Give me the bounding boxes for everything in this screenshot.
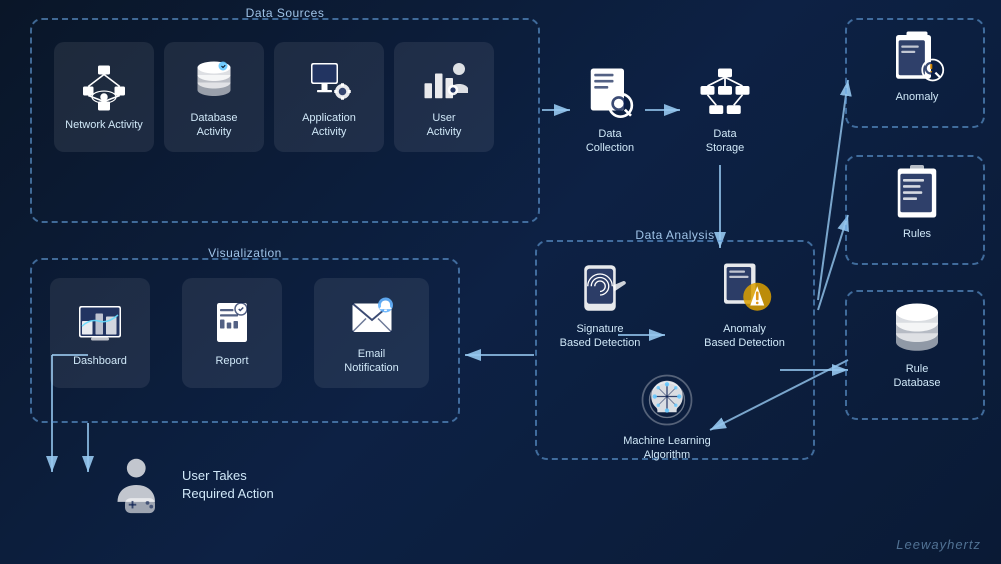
application-activity-card: ApplicationActivity — [274, 42, 384, 152]
user-takes-icon — [110, 455, 170, 515]
anomaly-based-icon — [717, 260, 773, 316]
database-icon — [190, 57, 238, 105]
network-icon — [80, 64, 128, 112]
network-activity-label: Network Activity — [65, 118, 143, 132]
user-activity-label: UserActivity — [427, 111, 462, 140]
rules-node: Rules — [857, 165, 977, 241]
rules-label: Rules — [903, 227, 931, 241]
signature-based-node: SignatureBased Detection — [545, 260, 655, 351]
email-notification-label: EmailNotification — [344, 347, 398, 376]
signature-based-label: SignatureBased Detection — [560, 322, 641, 351]
anomaly-node: Anomaly — [857, 28, 977, 104]
anomaly-based-node: AnomalyBased Detection — [687, 260, 802, 351]
machine-learning-icon — [639, 372, 695, 428]
rule-database-node: RuleDatabase — [852, 300, 982, 391]
data-analysis-box: Data Analysis SignatureBased Detection — [535, 240, 815, 460]
anomaly-right-box: Anomaly — [845, 18, 985, 128]
data-sources-label: Data Sources — [246, 6, 325, 20]
email-notification-card: EmailNotification — [314, 278, 429, 388]
rule-database-label: RuleDatabase — [893, 362, 940, 391]
diagram: Data Sources Network Activity — [0, 0, 1001, 564]
anomaly-label: Anomaly — [896, 90, 939, 104]
application-activity-label: ApplicationActivity — [302, 111, 356, 140]
watermark: Leewayhertz — [896, 537, 981, 552]
machine-learning-node: Machine LearningAlgorithm — [597, 372, 737, 463]
data-analysis-label: Data Analysis — [635, 228, 714, 242]
rules-icon — [889, 165, 945, 221]
data-sources-box: Data Sources Network Activity — [30, 18, 540, 223]
user-takes-label: User TakesRequired Action — [182, 467, 274, 503]
user-activity-card: UserActivity — [394, 42, 494, 152]
visualization-label: Visualization — [208, 246, 282, 260]
database-activity-label: DatabaseActivity — [190, 111, 237, 140]
data-collection-icon — [582, 65, 638, 121]
anomaly-based-label: AnomalyBased Detection — [704, 322, 785, 351]
data-collection-label: DataCollection — [586, 127, 634, 156]
dashboard-card: Dashboard — [50, 278, 150, 388]
rule-database-icon — [889, 300, 945, 356]
data-collection-node: DataCollection — [565, 65, 655, 156]
user-icon — [420, 57, 468, 105]
network-activity-card: Network Activity — [54, 42, 154, 152]
report-label: Report — [215, 354, 248, 368]
rules-right-box: Rules — [845, 155, 985, 265]
report-card: Report — [182, 278, 282, 388]
anomaly-icon — [889, 28, 945, 84]
dashboard-icon — [76, 300, 124, 348]
report-icon — [208, 300, 256, 348]
data-storage-icon — [697, 65, 753, 121]
dashboard-label: Dashboard — [73, 354, 127, 368]
email-icon — [348, 293, 396, 341]
signature-icon — [572, 260, 628, 316]
user-takes-section: User TakesRequired Action — [110, 455, 274, 515]
machine-learning-label: Machine LearningAlgorithm — [623, 434, 710, 463]
data-storage-label: DataStorage — [706, 127, 745, 156]
data-storage-node: DataStorage — [680, 65, 770, 156]
rule-database-right-box: RuleDatabase — [845, 290, 985, 420]
application-icon — [305, 57, 353, 105]
database-activity-card: DatabaseActivity — [164, 42, 264, 152]
visualization-box: Visualization Dashboard — [30, 258, 460, 423]
